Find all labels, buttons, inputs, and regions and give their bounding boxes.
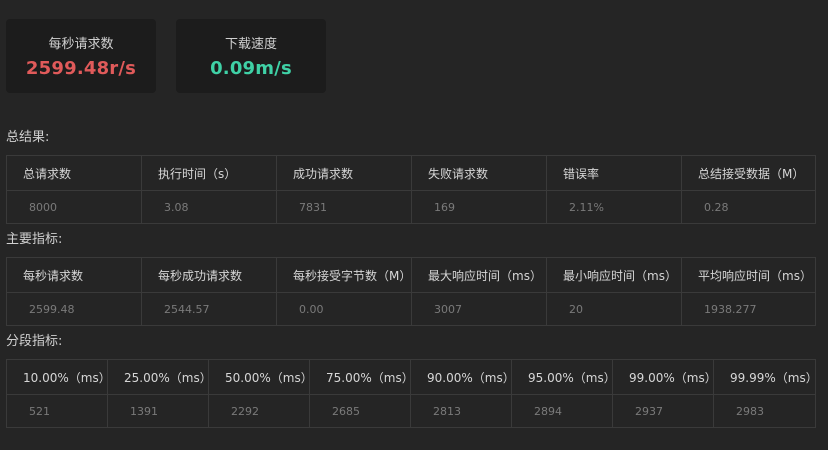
percentile-value-cell: 2813 [410,394,512,428]
main-metrics-header-row: 每秒请求数 每秒成功请求数 每秒接受字节数（M） 最大响应时间（ms） 最小响应… [6,257,816,293]
main-metrics-value-cell: 1938.277 [681,292,816,326]
summary-value-cell: 169 [411,190,547,224]
percentile-header-cell: 99.99%（ms） [713,359,816,395]
main-metrics-value-cell: 2544.57 [141,292,277,326]
summary-header-cell: 错误率 [546,155,682,191]
summary-value-cell: 2.11% [546,190,682,224]
main-metrics-value-cell: 20 [546,292,682,326]
percentile-header-cell: 25.00%（ms） [107,359,209,395]
percentile-header-cell: 95.00%（ms） [511,359,613,395]
summary-header-cell: 成功请求数 [276,155,412,191]
main-metrics-table: 每秒请求数 每秒成功请求数 每秒接受字节数（M） 最大响应时间（ms） 最小响应… [6,257,816,326]
rps-stat-card: 每秒请求数 2599.48r/s [6,19,156,93]
main-metrics-value-cell: 2599.48 [6,292,142,326]
summary-value-cell: 0.28 [681,190,816,224]
percentile-header-cell: 99.00%（ms） [612,359,714,395]
percentile-table: 10.00%（ms） 25.00%（ms） 50.00%（ms） 75.00%（… [6,359,816,428]
main-metrics-value-cell: 3007 [411,292,547,326]
summary-header-cell: 执行时间（s） [141,155,277,191]
summary-table: 总请求数 执行时间（s） 成功请求数 失败请求数 错误率 总结接受数据（M） 8… [6,155,816,224]
main-metrics-header-cell: 每秒成功请求数 [141,257,277,293]
percentile-value-cell: 2292 [208,394,310,428]
percentile-value-cell: 2894 [511,394,613,428]
percentile-header-cell: 75.00%（ms） [309,359,411,395]
percentile-value-cell: 2983 [713,394,816,428]
summary-value-row: 8000 3.08 7831 169 2.11% 0.28 [6,190,816,224]
main-metrics-header-cell: 平均响应时间（ms） [681,257,816,293]
summary-value-cell: 7831 [276,190,412,224]
summary-header-row: 总请求数 执行时间（s） 成功请求数 失败请求数 错误率 总结接受数据（M） [6,155,816,191]
main-metrics-section-title: 主要指标: [6,232,63,247]
summary-header-cell: 总结接受数据（M） [681,155,816,191]
main-metrics-header-cell: 最大响应时间（ms） [411,257,547,293]
download-speed-label: 下载速度 [224,37,277,52]
rps-value: 2599.48r/s [25,58,137,79]
main-metrics-value-row: 2599.48 2544.57 0.00 3007 20 1938.277 [6,292,816,326]
percentile-header-cell: 50.00%（ms） [208,359,310,395]
summary-value-cell: 8000 [6,190,142,224]
percentile-value-cell: 521 [6,394,108,428]
main-metrics-value-cell: 0.00 [276,292,412,326]
percentile-value-cell: 2685 [309,394,411,428]
download-speed-value: 0.09m/s [210,58,292,79]
percentile-header-row: 10.00%（ms） 25.00%（ms） 50.00%（ms） 75.00%（… [6,359,816,395]
percentile-value-cell: 2937 [612,394,714,428]
percentile-header-cell: 10.00%（ms） [6,359,108,395]
summary-header-cell: 总请求数 [6,155,142,191]
percentile-header-cell: 90.00%（ms） [410,359,512,395]
percentile-section-title: 分段指标: [6,334,63,349]
rps-label: 每秒请求数 [48,37,114,52]
download-speed-stat-card: 下载速度 0.09m/s [176,19,326,93]
summary-section-title: 总结果: [6,130,50,145]
summary-header-cell: 失败请求数 [411,155,547,191]
main-metrics-header-cell: 每秒请求数 [6,257,142,293]
summary-value-cell: 3.08 [141,190,277,224]
percentile-value-cell: 1391 [107,394,209,428]
main-metrics-header-cell: 每秒接受字节数（M） [276,257,412,293]
percentile-value-row: 521 1391 2292 2685 2813 2894 2937 2983 [6,394,816,428]
main-metrics-header-cell: 最小响应时间（ms） [546,257,682,293]
load-test-report: 每秒请求数 2599.48r/s 下载速度 0.09m/s 总结果: 总请求数 … [0,0,828,450]
